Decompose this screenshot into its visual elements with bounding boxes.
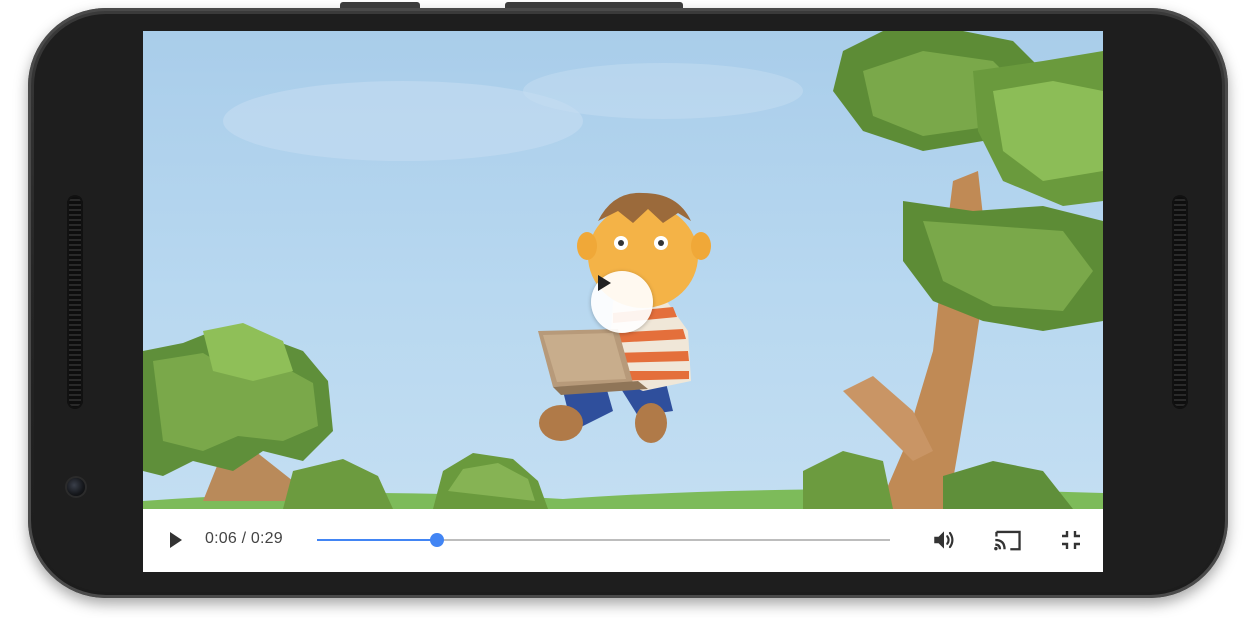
- time-display: 0:06 / 0:29: [205, 530, 283, 548]
- front-camera: [67, 478, 85, 496]
- phone-volume-rocker: [505, 2, 683, 8]
- cast-button[interactable]: [993, 527, 1023, 553]
- player-control-bar: 0:06 / 0:29: [143, 509, 1103, 572]
- play-button[interactable]: [162, 527, 188, 553]
- overlay-play-button[interactable]: [591, 271, 653, 333]
- phone-side-button: [340, 2, 420, 8]
- video-scene: [143, 31, 1103, 509]
- seek-bar[interactable]: [317, 533, 890, 547]
- volume-icon: [934, 531, 954, 549]
- volume-button[interactable]: [931, 527, 957, 553]
- play-icon: [170, 532, 182, 548]
- time-separator: /: [241, 530, 247, 547]
- duration: 0:29: [250, 530, 283, 547]
- exit-fullscreen-button[interactable]: [1058, 527, 1084, 553]
- cast-icon: [994, 530, 1021, 551]
- cloud: [523, 63, 803, 119]
- exit-fullscreen-icon: [1062, 531, 1080, 549]
- current-time: 0:06: [205, 530, 237, 547]
- phone-screen: 0:06 / 0:29: [143, 31, 1103, 572]
- left-speaker-grille: [67, 195, 83, 409]
- play-icon: [598, 275, 611, 291]
- right-speaker-grille: [1172, 195, 1188, 409]
- seek-bar-played: [317, 539, 438, 541]
- seek-bar-thumb[interactable]: [430, 533, 445, 547]
- video-frame[interactable]: [143, 31, 1103, 509]
